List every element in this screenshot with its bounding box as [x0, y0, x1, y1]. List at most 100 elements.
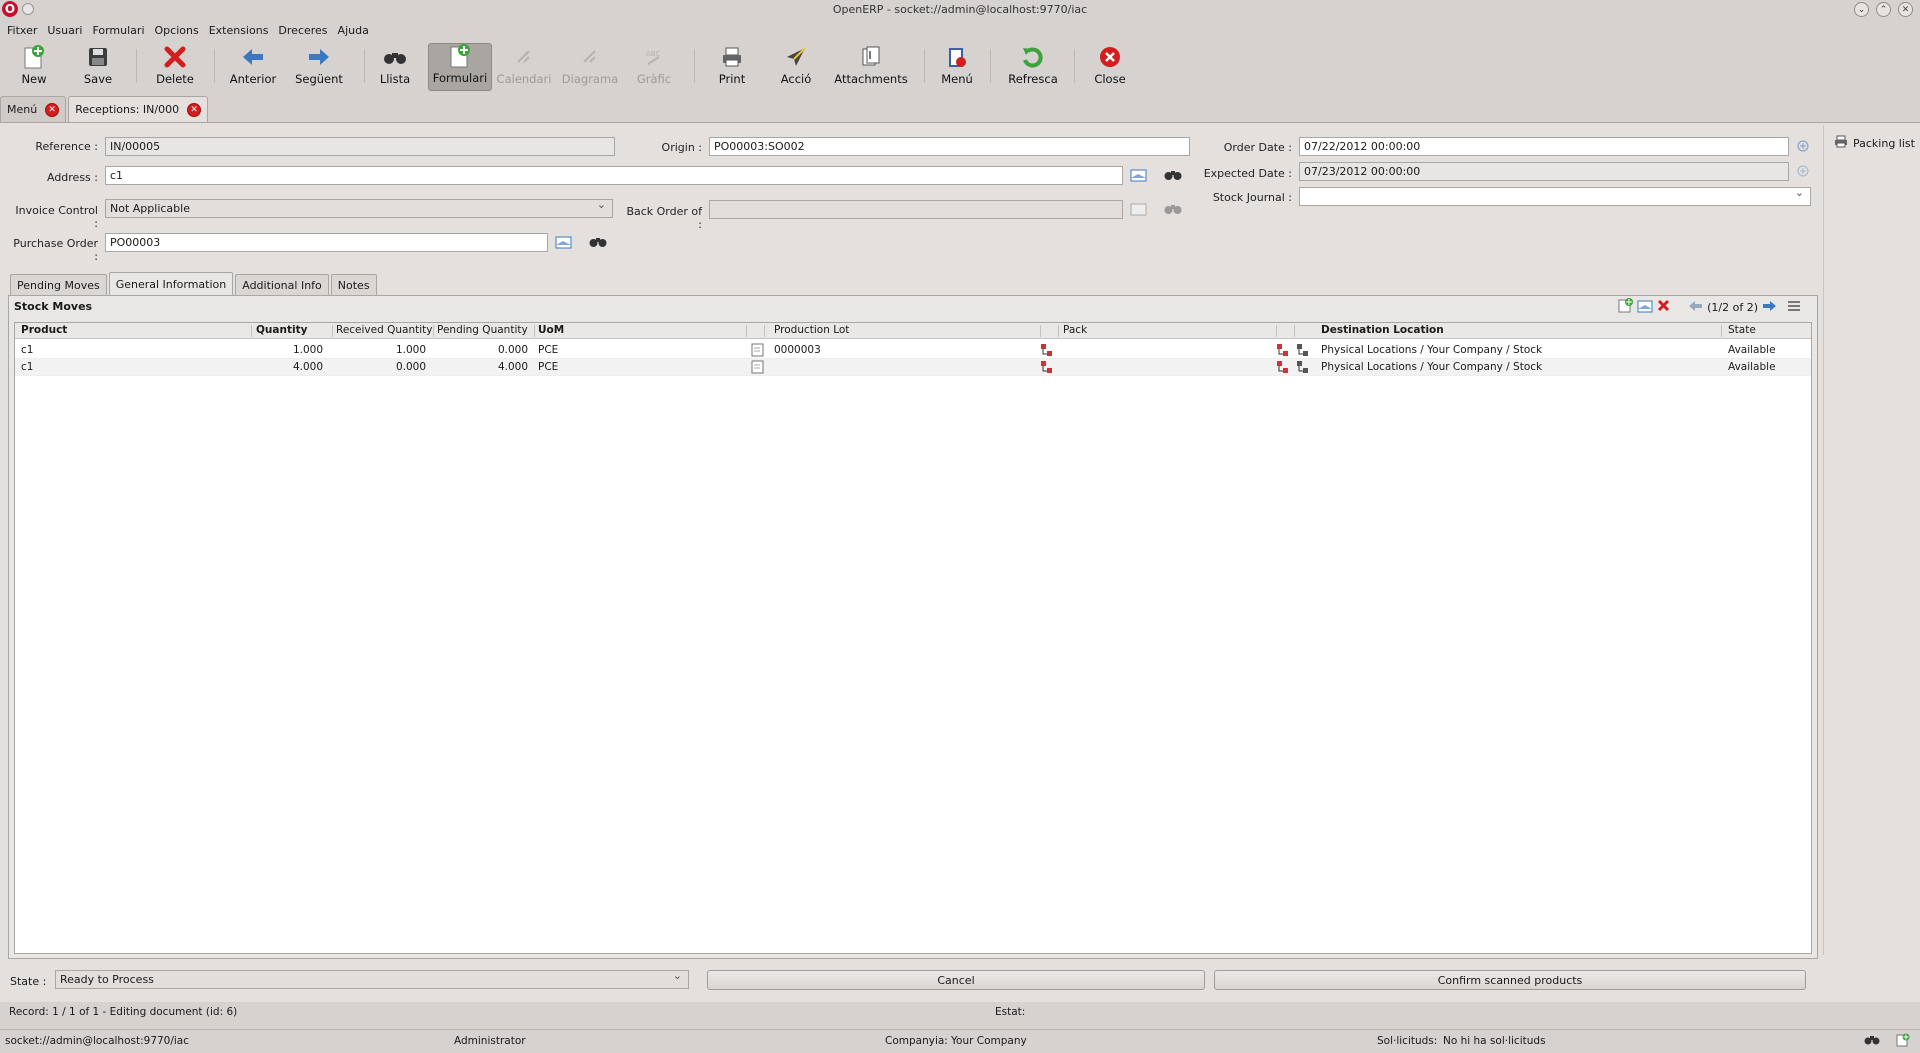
pack-tree-icon[interactable] — [1040, 343, 1054, 360]
toolbar-separator — [136, 49, 137, 83]
arrow-right-icon — [307, 45, 331, 69]
packing-list-action[interactable]: Packing list — [1834, 135, 1915, 151]
origin-field[interactable]: PO00003:SO002 — [709, 137, 1190, 156]
stock-moves-panel: Stock Moves (1/2 of 2) Product Quantity … — [8, 295, 1818, 959]
menu-opcions[interactable]: Opcions — [155, 24, 199, 37]
order-date-label: Order Date : — [1223, 141, 1292, 154]
table-row[interactable]: c1 1.000 1.000 0.000 PCE 0000003 Physica… — [15, 342, 1811, 359]
table-row[interactable]: c1 4.000 0.000 4.000 PCE Physical Locati… — [15, 359, 1811, 376]
close-window-button[interactable]: ✕ — [1898, 2, 1913, 17]
order-date-field[interactable]: 07/22/2012 00:00:00 — [1299, 137, 1789, 156]
pack-tree-icon[interactable] — [1276, 360, 1290, 377]
company-name: Your Company — [951, 1035, 1027, 1047]
expected-date-field[interactable]: 07/23/2012 00:00:00 — [1299, 162, 1789, 181]
form-view-button[interactable]: Formulari — [428, 43, 492, 91]
menu-usuari[interactable]: Usuari — [47, 24, 82, 37]
pager-text: (1/2 of 2) — [1707, 300, 1758, 314]
close-tab-icon[interactable]: ✕ — [45, 102, 60, 117]
tab-pending-moves[interactable]: Pending Moves — [10, 274, 107, 296]
reference-field[interactable]: IN/00005 — [105, 137, 615, 156]
next-page-icon[interactable] — [1762, 300, 1777, 315]
pack-tree-icon[interactable] — [1276, 343, 1290, 360]
delete-button[interactable]: Delete — [152, 43, 198, 91]
cell-received-quantity: 0.000 — [395, 361, 426, 373]
menu-dreceres[interactable]: Dreceres — [278, 24, 327, 37]
printer-icon — [720, 45, 744, 69]
invoice-control-select[interactable]: Not Applicable — [105, 198, 613, 218]
new-button[interactable]: New — [14, 43, 54, 91]
delete-line-icon[interactable] — [1657, 299, 1670, 315]
search-binoculars-icon[interactable] — [1164, 167, 1182, 183]
column-uom[interactable]: UoM — [538, 324, 564, 336]
cancel-button[interactable]: Cancel — [707, 970, 1205, 990]
switch-view-icon[interactable] — [1787, 300, 1801, 315]
location-tree-icon[interactable] — [1296, 343, 1310, 360]
state-select[interactable]: Ready to Process — [55, 969, 689, 989]
menu-formulari[interactable]: Formulari — [92, 24, 144, 37]
search-binoculars-icon[interactable] — [589, 234, 607, 250]
search-binoculars-icon[interactable] — [1164, 201, 1182, 217]
calendar-view-button[interactable]: Calendari — [496, 43, 552, 91]
tab-additional-info[interactable]: Additional Info — [235, 274, 329, 296]
graph-view-button[interactable]: ABC Gràfic — [632, 43, 676, 91]
window-pin-icon[interactable] — [22, 3, 34, 15]
column-pending-quantity[interactable]: Pending Quantity — [437, 324, 528, 336]
cell-destination-location: Physical Locations / Your Company / Stoc… — [1321, 361, 1543, 373]
menu-ajuda[interactable]: Ajuda — [338, 24, 369, 37]
print-button[interactable]: Print — [712, 43, 752, 91]
menu-fitxer[interactable]: Fitxer — [7, 24, 37, 37]
menu-extensions[interactable]: Extensions — [209, 24, 269, 37]
attachments-button[interactable]: Attachments — [834, 43, 908, 91]
column-pack[interactable]: Pack — [1063, 324, 1087, 336]
column-quantity[interactable]: Quantity — [256, 324, 307, 336]
save-disk-icon — [86, 45, 110, 69]
printer-icon — [1834, 135, 1848, 151]
column-state[interactable]: State — [1728, 324, 1756, 336]
column-destination-location[interactable]: Destination Location — [1321, 324, 1444, 336]
maximize-button[interactable]: ⌃ — [1876, 2, 1891, 17]
close-button[interactable]: Close — [1090, 43, 1130, 91]
cell-state: Available — [1728, 361, 1776, 373]
column-production-lot[interactable]: Production Lot — [774, 324, 849, 336]
date-picker-icon[interactable] — [1794, 163, 1812, 179]
list-view-button[interactable]: Llista — [374, 43, 416, 91]
edit-line-icon[interactable] — [1637, 299, 1653, 316]
diagram-view-button[interactable]: Diagrama — [560, 43, 620, 91]
tab-notes[interactable]: Notes — [330, 274, 377, 296]
tab-receptions[interactable]: Receptions: IN/000 ✕ — [68, 96, 209, 122]
date-picker-icon[interactable] — [1794, 138, 1812, 154]
previous-page-icon[interactable] — [1688, 300, 1703, 315]
tab-general-information[interactable]: General Information — [108, 272, 234, 296]
reference-label: Reference : — [35, 140, 98, 153]
address-field[interactable]: c1 — [105, 166, 1123, 185]
back-order-field[interactable] — [709, 200, 1123, 219]
open-record-icon[interactable] — [1130, 201, 1148, 217]
column-received-quantity[interactable]: Received Quantity — [336, 324, 432, 336]
pack-tree-icon[interactable] — [1040, 360, 1054, 377]
stock-journal-select[interactable] — [1299, 186, 1811, 206]
save-button[interactable]: Save — [78, 43, 118, 91]
new-request-icon[interactable] — [1896, 1033, 1910, 1050]
requests-label: Sol·licituds: — [1377, 1035, 1438, 1047]
action-button[interactable]: Acció — [776, 43, 816, 91]
purchase-order-field[interactable]: PO00003 — [105, 233, 548, 252]
previous-button[interactable]: Anterior — [228, 43, 278, 91]
minimize-button[interactable]: ⌄ — [1854, 2, 1869, 17]
open-record-icon[interactable] — [555, 234, 573, 250]
open-record-icon[interactable] — [1130, 167, 1148, 183]
column-product[interactable]: Product — [21, 324, 67, 336]
refresh-button[interactable]: Refresca — [1006, 43, 1060, 91]
close-tab-icon[interactable]: ✕ — [187, 102, 202, 117]
cell-destination-location: Physical Locations / Your Company / Stoc… — [1321, 344, 1543, 356]
tab-menu[interactable]: Menú ✕ — [0, 96, 67, 122]
confirm-scanned-products-button[interactable]: Confirm scanned products — [1214, 970, 1806, 990]
next-button[interactable]: Següent — [292, 43, 346, 91]
toolbar-separator — [1074, 49, 1075, 83]
lot-edit-icon[interactable] — [751, 360, 765, 377]
menu-button[interactable]: Menú — [938, 43, 976, 91]
location-tree-icon[interactable] — [1296, 360, 1310, 377]
new-line-icon[interactable] — [1618, 298, 1634, 316]
lot-edit-icon[interactable] — [751, 343, 765, 360]
search-binoculars-icon[interactable] — [1864, 1034, 1880, 1049]
cell-production-lot: 0000003 — [774, 344, 821, 356]
